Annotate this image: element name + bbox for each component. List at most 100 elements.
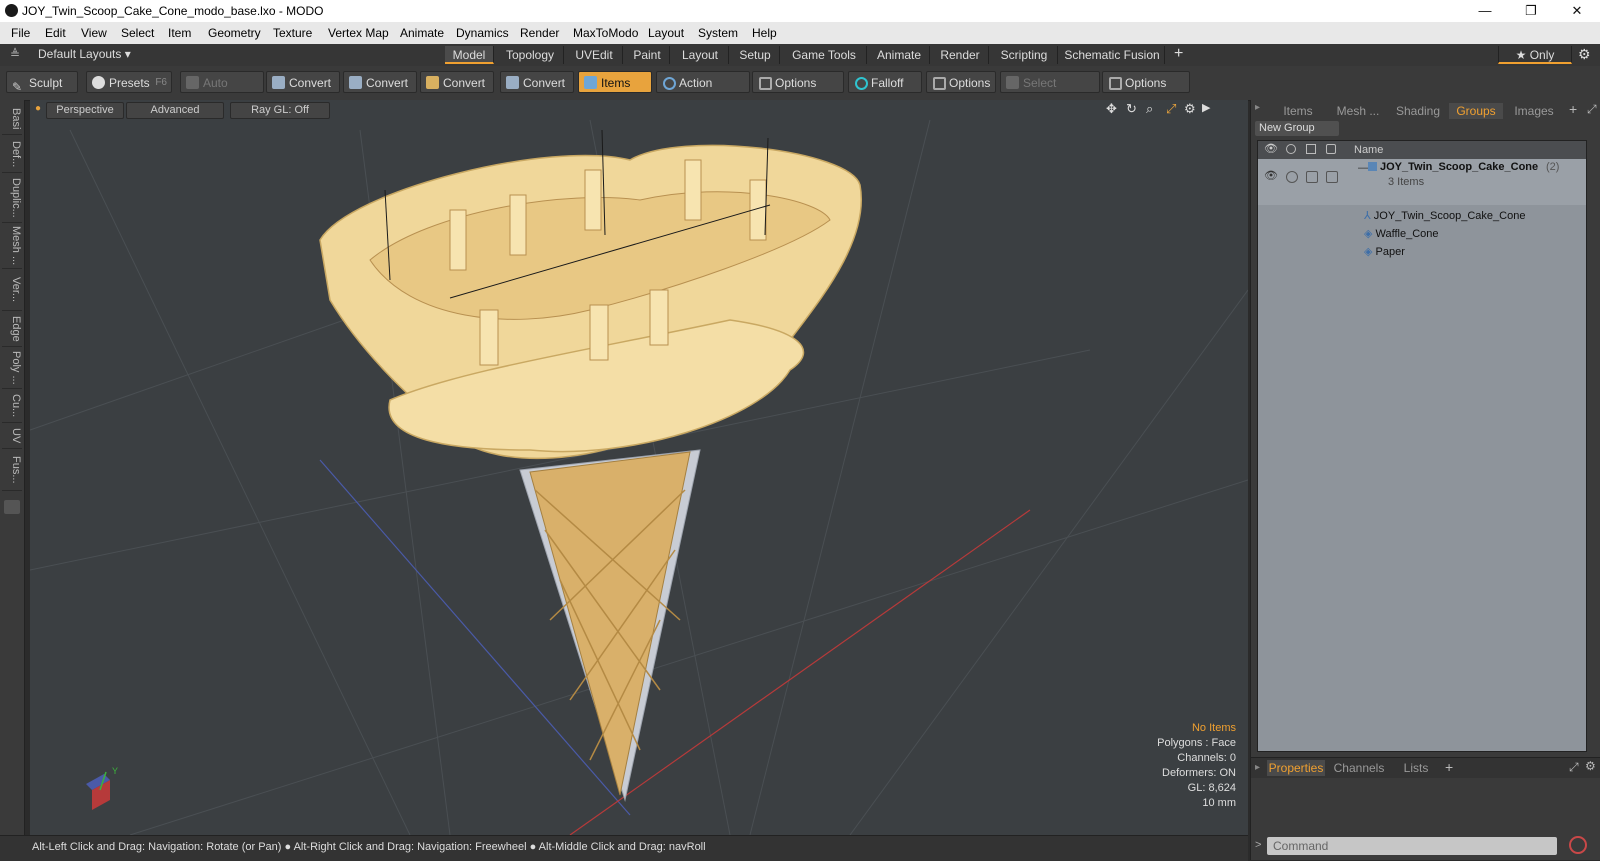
tab-fusion[interactable]: Fus... bbox=[2, 450, 22, 491]
viewport-settings-icon[interactable]: ⚙ bbox=[1184, 101, 1196, 117]
name-column-header[interactable]: Name bbox=[1354, 144, 1383, 156]
tab-game-tools[interactable]: Game Tools bbox=[782, 46, 867, 64]
expand-panel-icon[interactable]: ⤢ bbox=[1569, 760, 1579, 775]
raygl-dropdown[interactable]: Ray GL: Off bbox=[230, 102, 330, 119]
convert-button-2[interactable]: Convert bbox=[343, 71, 417, 93]
tab-paint[interactable]: Paint bbox=[625, 46, 670, 64]
viewport-more-icon[interactable]: ▶ bbox=[1202, 101, 1210, 114]
eye-icon[interactable]: 👁 bbox=[1264, 169, 1278, 182]
tab-basic[interactable]: Basi bbox=[2, 104, 22, 135]
tab-groups[interactable]: Groups bbox=[1449, 103, 1503, 119]
menu-layout[interactable]: Layout bbox=[648, 26, 684, 40]
sculpt-button[interactable]: ✎ Sculpt bbox=[6, 71, 78, 94]
menu-help[interactable]: Help bbox=[752, 26, 777, 40]
tab-channels[interactable]: Channels bbox=[1329, 760, 1389, 776]
auto-select-button[interactable]: Auto Select bbox=[180, 71, 264, 112]
tab-curve[interactable]: Cu... bbox=[2, 390, 22, 423]
gear-icon[interactable]: ⚙ bbox=[1578, 46, 1591, 63]
perspective-dropdown[interactable]: Perspective bbox=[46, 102, 124, 119]
maximize-button[interactable]: ❐ bbox=[1508, 2, 1554, 20]
pan-icon[interactable]: ✥ bbox=[1106, 101, 1117, 117]
group-row[interactable]: 👁 — JOY_Twin_Scoop_Cake_Cone (2) 3 Items bbox=[1258, 159, 1586, 205]
add-panel-tab-button[interactable]: + bbox=[1569, 101, 1577, 117]
tab-polygon[interactable]: Poly ... bbox=[2, 348, 22, 389]
convert-button-3[interactable]: Convert bbox=[420, 71, 494, 93]
menu-geometry[interactable]: Geometry bbox=[208, 26, 261, 40]
menu-view[interactable]: View bbox=[81, 26, 107, 40]
default-layouts-dropdown[interactable]: Default Layouts ▾ bbox=[38, 47, 131, 61]
tab-setup[interactable]: Setup bbox=[731, 46, 780, 64]
options-button-1[interactable]: Options bbox=[752, 71, 844, 93]
presets-button[interactable]: Presets F6 bbox=[86, 71, 172, 93]
tree-item-mesh[interactable]: ◈ Paper bbox=[1364, 245, 1405, 258]
add-panel-tab-button[interactable]: + bbox=[1445, 759, 1453, 775]
render-toggle[interactable] bbox=[1286, 171, 1298, 183]
panel-menu-icon[interactable]: ▸ bbox=[1255, 762, 1260, 773]
menu-edit[interactable]: Edit bbox=[45, 26, 66, 40]
tab-mesh[interactable]: Mesh ... bbox=[2, 224, 22, 269]
render-col-icon[interactable] bbox=[1286, 144, 1296, 154]
tab-layout[interactable]: Layout bbox=[672, 46, 729, 64]
tree-item-locator[interactable]: ⅄ JOY_Twin_Scoop_Cake_Cone bbox=[1364, 209, 1525, 222]
viewport-menu-icon[interactable]: ● bbox=[35, 103, 41, 114]
tab-uvedit[interactable]: UVEdit bbox=[566, 46, 623, 64]
tab-scripting[interactable]: Scripting bbox=[991, 46, 1058, 64]
select-through-button[interactable]: Select Through bbox=[1000, 71, 1100, 112]
tab-vertex[interactable]: Ver... bbox=[2, 270, 22, 311]
tab-animate[interactable]: Animate bbox=[869, 46, 930, 64]
tab-topology[interactable]: Topology bbox=[497, 46, 564, 64]
close-button[interactable]: ✕ bbox=[1554, 2, 1600, 20]
fit-view-icon[interactable]: ⤢ bbox=[1166, 101, 1176, 117]
expand-panel-icon[interactable]: ⤢ bbox=[1587, 102, 1597, 117]
zoom-icon[interactable]: ⌕ bbox=[1146, 101, 1153, 117]
tab-uv[interactable]: UV bbox=[2, 424, 22, 449]
tab-mesh[interactable]: Mesh ... bbox=[1329, 103, 1387, 119]
tab-render[interactable]: Render bbox=[932, 46, 989, 64]
tab-schematic-fusion[interactable]: Schematic Fusion bbox=[1060, 46, 1165, 64]
groups-tree[interactable]: 👁 Name 👁 — JOY_Twin_Scoop_Cake_Cone (2) … bbox=[1257, 140, 1587, 752]
new-group-button[interactable]: New Group bbox=[1255, 121, 1339, 136]
tab-properties[interactable]: Properties bbox=[1267, 760, 1325, 776]
visibility-col-icon[interactable]: 👁 bbox=[1264, 142, 1278, 155]
advanced-dropdown[interactable]: Advanced bbox=[126, 102, 224, 119]
tab-shading[interactable]: Shading bbox=[1389, 103, 1447, 119]
menu-system[interactable]: System bbox=[698, 26, 738, 40]
menu-dynamics[interactable]: Dynamics bbox=[456, 26, 509, 40]
menu-animate[interactable]: Animate bbox=[400, 26, 444, 40]
menu-item[interactable]: Item bbox=[168, 26, 191, 40]
convert-button-1[interactable]: Convert bbox=[266, 71, 340, 93]
menu-render[interactable]: Render bbox=[520, 26, 559, 40]
tab-deform[interactable]: Def... bbox=[2, 136, 22, 173]
collapse-toggle[interactable] bbox=[4, 500, 20, 514]
tab-items[interactable]: Items bbox=[1269, 103, 1327, 119]
falloff-button[interactable]: Falloff bbox=[848, 71, 922, 93]
select-toggle[interactable] bbox=[1326, 171, 1338, 183]
panel-menu-icon[interactable]: ▸ bbox=[1255, 102, 1260, 113]
menu-texture[interactable]: Texture bbox=[273, 26, 312, 40]
only-toggle[interactable]: ★ Only bbox=[1498, 46, 1572, 64]
items-mode-button[interactable]: Items bbox=[578, 71, 652, 93]
options-button-3[interactable]: Options bbox=[1102, 71, 1190, 93]
rotate-icon[interactable]: ↻ bbox=[1126, 101, 1137, 117]
tab-edge[interactable]: Edge bbox=[2, 312, 22, 347]
action-center-button[interactable]: Action Center bbox=[656, 71, 750, 112]
add-tab-button[interactable]: + bbox=[1174, 45, 1183, 63]
lock-col-icon[interactable] bbox=[1306, 144, 1316, 154]
options-button-2[interactable]: Options bbox=[926, 71, 996, 93]
menu-file[interactable]: File bbox=[11, 26, 30, 40]
lock-toggle[interactable] bbox=[1306, 171, 1318, 183]
tree-item-mesh[interactable]: ◈ Waffle_Cone bbox=[1364, 227, 1439, 240]
minimize-button[interactable]: — bbox=[1462, 2, 1508, 20]
tab-images[interactable]: Images bbox=[1505, 103, 1563, 119]
menu-select[interactable]: Select bbox=[121, 26, 154, 40]
menu-maxtomodo[interactable]: MaxToModo bbox=[573, 26, 638, 40]
record-macro-icon[interactable] bbox=[1569, 836, 1587, 854]
3d-viewport[interactable]: ● Perspective Advanced Ray GL: Off ✥ ↻ ⌕… bbox=[30, 100, 1248, 835]
viewport-scene[interactable] bbox=[30, 100, 1248, 835]
gear-icon[interactable]: ⚙ bbox=[1585, 759, 1596, 773]
tab-lists[interactable]: Lists bbox=[1391, 760, 1441, 776]
menu-vertex-map[interactable]: Vertex Map bbox=[328, 26, 389, 40]
select-col-icon[interactable] bbox=[1326, 144, 1336, 154]
layout-arrow-icon[interactable]: ≜ bbox=[10, 47, 20, 61]
tab-duplicate[interactable]: Duplic... bbox=[2, 174, 22, 223]
